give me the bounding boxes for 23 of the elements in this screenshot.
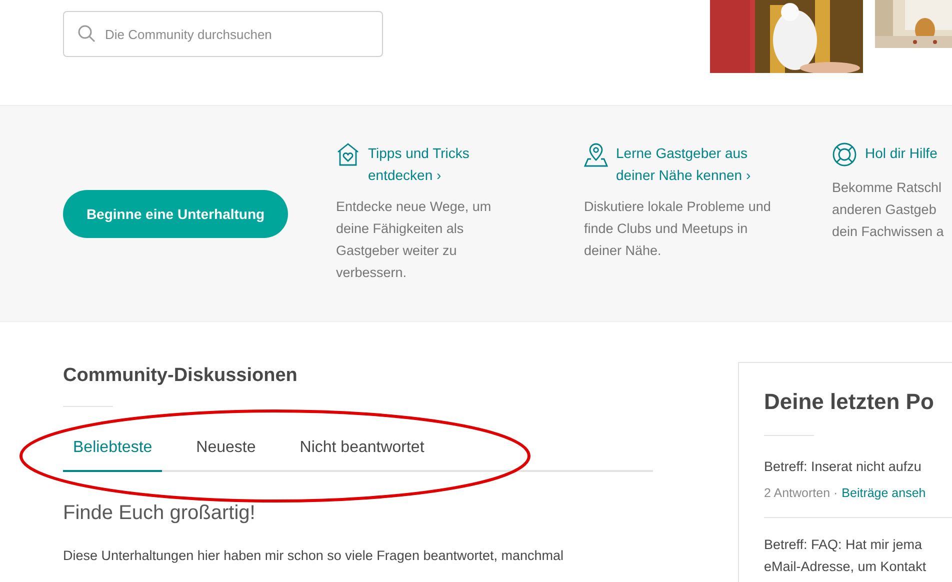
- feature-description: Entdecke neue Wege, um deine Fähigkeiten als Gastgeber weiter zu verbessern.: [336, 198, 492, 282]
- search-icon: [77, 24, 97, 44]
- tab[interactable]: Neueste: [186, 426, 266, 470]
- view-posts-link[interactable]: Beiträge anseh: [842, 484, 926, 503]
- post-subject[interactable]: Betreff: Inserat nicht aufzu: [764, 456, 952, 478]
- search-field[interactable]: Die Community durchsuchen: [63, 11, 383, 57]
- feature-link[interactable]: Lerne Gastgeber aus deiner Nähe kennen ›: [616, 142, 751, 186]
- feature-description: Diskutiere lokale Probleme und finde Clubs und Meetups in deiner Nähe.: [584, 198, 772, 260]
- house-heart-icon: [336, 142, 360, 167]
- map-pin-icon: [584, 142, 608, 167]
- feature-link[interactable]: Hol dir Hilfe: [865, 142, 938, 164]
- tab[interactable]: Beliebteste: [63, 426, 162, 472]
- post-subject[interactable]: Betreff: FAQ: Hat mir jema eMail-Adresse, um Kontakt: [764, 534, 952, 578]
- post-excerpt: Diese Unterhaltungen hier haben mir schon so viele Fragen beantwortet, manchmal: [63, 546, 565, 565]
- section-heading: Community-Diskussionen: [63, 364, 298, 388]
- lifebuoy-icon: [832, 142, 857, 167]
- start-conversation-button[interactable]: Beginne eine Unterhaltung: [63, 190, 288, 238]
- feature-description: Bekomme Ratschl anderen Gastgeb dein Fachwissen a: [832, 179, 945, 241]
- feature-link[interactable]: Tipps und Tricks entdecken ›: [368, 142, 470, 186]
- reply-count: 2 Antworten ·: [764, 485, 838, 502]
- post-title[interactable]: Finde Euch großartig!: [63, 498, 653, 528]
- card-heading: Deine letzten Po: [764, 388, 935, 416]
- tab[interactable]: Nicht beantwortet: [290, 426, 434, 470]
